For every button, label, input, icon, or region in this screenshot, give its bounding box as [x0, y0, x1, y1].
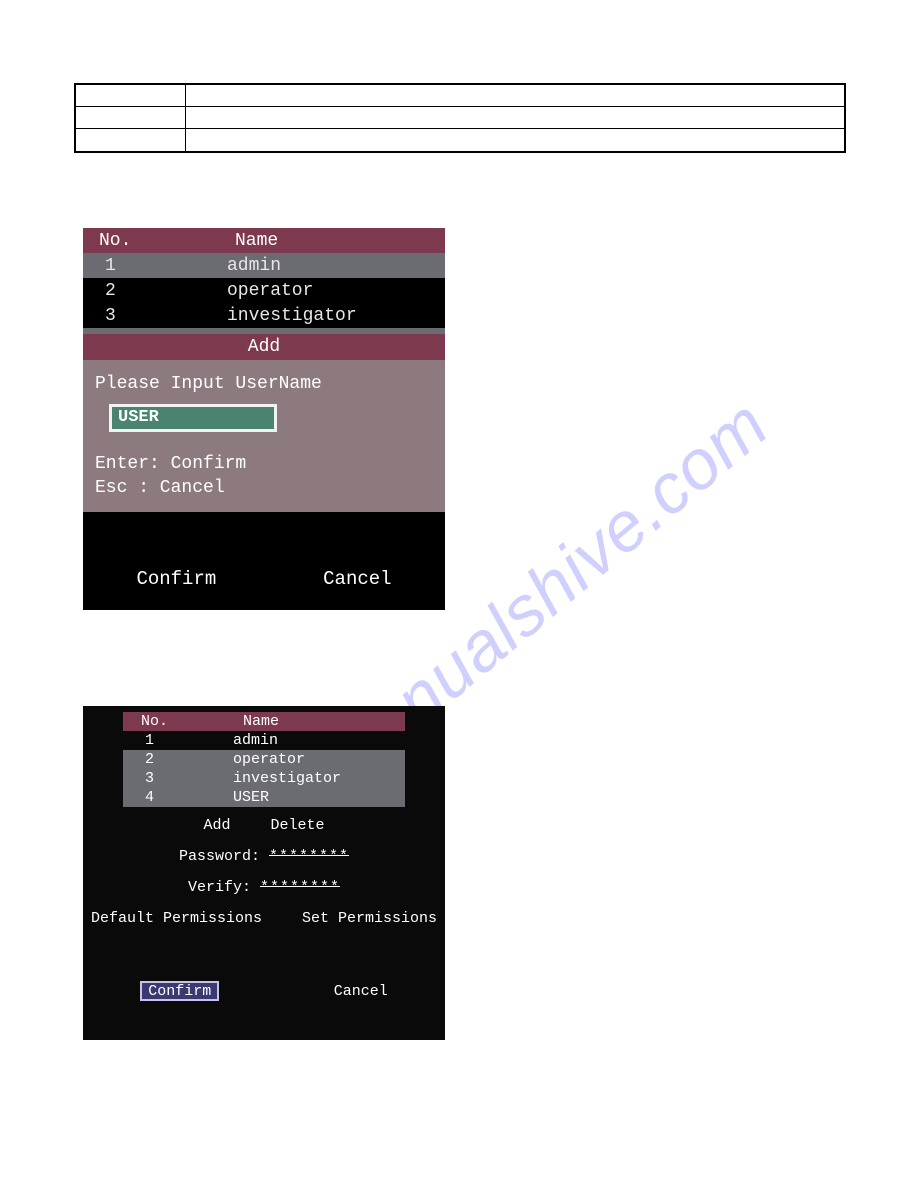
user-row[interactable]: 1 admin — [123, 731, 405, 750]
verify-label: Verify: — [188, 879, 251, 896]
col-name: Name — [175, 713, 405, 730]
confirm-button[interactable]: Confirm — [140, 981, 219, 1001]
cell-no: 2 — [123, 751, 175, 768]
cell-name: investigator — [149, 306, 445, 326]
user-row[interactable]: 2 operator — [83, 278, 445, 303]
user-row[interactable]: 3 investigator — [83, 303, 445, 328]
verify-field[interactable]: ******** — [260, 879, 340, 896]
prompt-label: Please Input UserName — [95, 374, 433, 394]
col-no: No. — [83, 231, 149, 251]
cell-no: 2 — [83, 281, 149, 301]
cell-no: 3 — [123, 770, 175, 787]
user-table-header: No. Name — [83, 228, 445, 253]
cell-name: admin — [149, 256, 445, 276]
default-permissions-button[interactable]: Default Permissions — [91, 910, 262, 927]
cell-name: admin — [175, 732, 405, 749]
col-name: Name — [149, 231, 445, 251]
confirm-button[interactable]: Confirm — [136, 568, 216, 590]
cell-no: 3 — [83, 306, 149, 326]
top-table — [74, 83, 846, 153]
user-row[interactable]: 1 admin — [83, 253, 445, 278]
delete-button[interactable]: Delete — [271, 817, 325, 834]
dialog-body: Please Input UserName USER Enter: Confir… — [83, 360, 445, 512]
cell-name: USER — [175, 789, 405, 806]
set-permissions-button[interactable]: Set Permissions — [302, 910, 437, 927]
username-input[interactable]: USER — [109, 404, 277, 432]
password-label: Password: — [179, 848, 260, 865]
cell-name: operator — [149, 281, 445, 301]
cell-no: 1 — [83, 256, 149, 276]
hint-enter: Enter: Confirm — [95, 454, 433, 474]
cancel-button[interactable]: Cancel — [323, 568, 391, 590]
password-field[interactable]: ******** — [269, 848, 349, 865]
cell-name: operator — [175, 751, 405, 768]
user-row[interactable]: 2 operator — [123, 750, 405, 769]
dialog-title: Add — [83, 334, 445, 360]
user-row[interactable]: 3 investigator — [123, 769, 405, 788]
cell-no: 4 — [123, 789, 175, 806]
col-no: No. — [123, 713, 175, 730]
cell-no: 1 — [123, 732, 175, 749]
user-management-panel: No. Name 1 admin 2 operator 3 investigat… — [83, 706, 445, 1040]
add-user-dialog: No. Name 1 admin 2 operator 3 investigat… — [83, 228, 445, 610]
user-row[interactable]: 4 USER — [123, 788, 405, 807]
hint-esc: Esc : Cancel — [95, 478, 433, 498]
cancel-button[interactable]: Cancel — [334, 983, 388, 1000]
cell-name: investigator — [175, 770, 405, 787]
add-button[interactable]: Add — [203, 817, 230, 834]
user-table-header: No. Name — [123, 712, 405, 731]
